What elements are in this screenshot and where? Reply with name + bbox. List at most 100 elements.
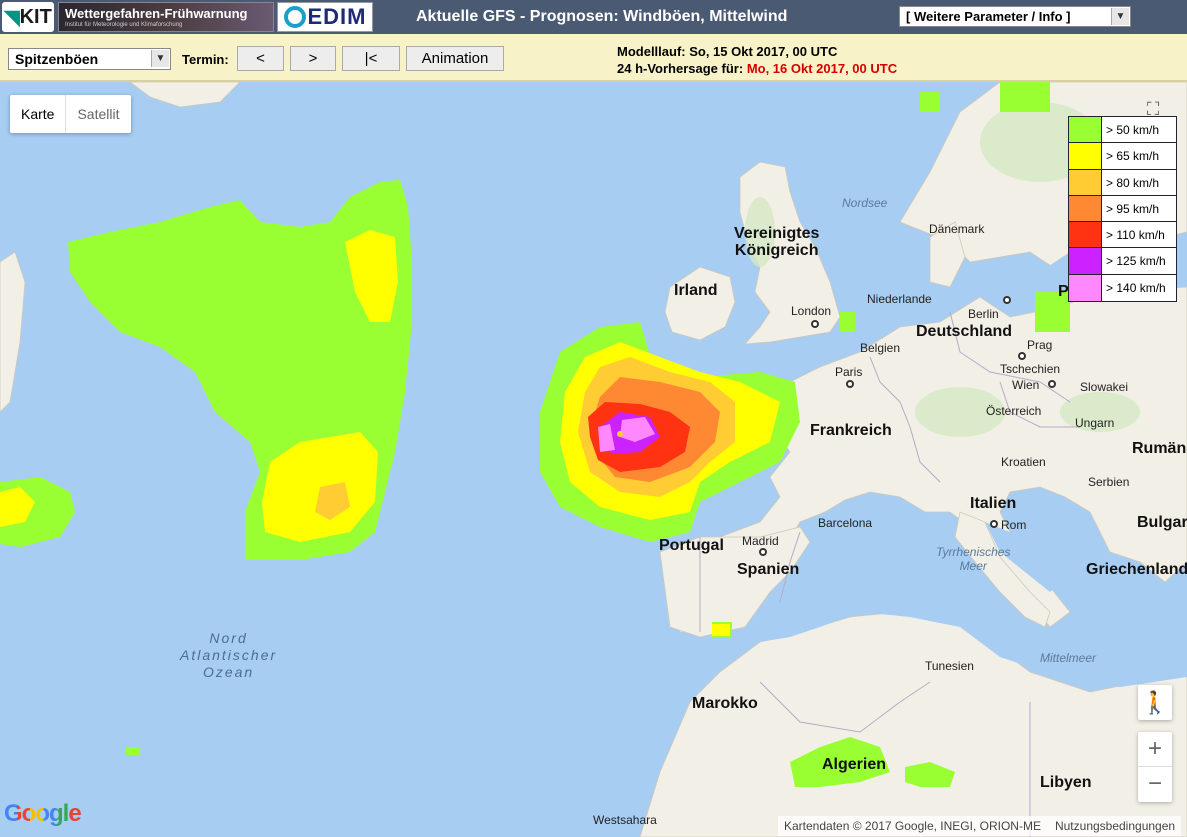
wettergefahren-logo[interactable]: Wettergefahren-Frühwarnung Institut für … [58, 2, 274, 32]
map-type-karte[interactable]: Karte [10, 95, 65, 133]
label-barcelona: Barcelona [818, 516, 873, 530]
wfw-logo-sub: Institut für Meteorologie und Klimaforsc… [65, 22, 183, 28]
header-bar: ◥ KIT Wettergefahren-Frühwarnung Institut… [0, 0, 1187, 34]
label-daenemark: Dänemark [929, 222, 985, 236]
gust-type-select[interactable]: Spitzenböen ▼ [8, 48, 171, 70]
label-madrid: Madrid [742, 534, 779, 548]
label-tschechien: Tschechien [1000, 362, 1061, 376]
cedim-logo[interactable]: EDIM [277, 2, 373, 32]
label-belgien: Belgien [860, 341, 901, 355]
legend-swatch [1069, 222, 1102, 248]
legend-row: > 110 km/h [1069, 222, 1176, 249]
city-dot-rom [990, 520, 998, 528]
label-slowakei: Slowakei [1080, 380, 1129, 394]
legend-row: > 125 km/h [1069, 248, 1176, 275]
label-serbien: Serbien [1088, 475, 1130, 489]
label-paris: Paris [835, 365, 863, 379]
greenland-tip [129, 82, 241, 108]
city-dot-paris [846, 380, 854, 388]
parameter-select-value: [ Weitere Parameter / Info ] [906, 9, 1071, 24]
label-rom: Rom [1001, 518, 1027, 532]
label-wien: Wien [1012, 378, 1040, 392]
map-attribution: Kartendaten © 2017 Google, INEGI, ORION-… [778, 816, 1182, 836]
chevron-down-icon[interactable]: ▼ [151, 50, 169, 67]
legend-swatch [1069, 117, 1102, 143]
label-mittelmeer: Mittelmeer [1040, 651, 1097, 665]
map-type-control: Karte Satellit [10, 95, 131, 133]
label-irland: Irland [674, 282, 718, 299]
label-marokko: Marokko [692, 695, 758, 712]
city-dot-berlin [1003, 296, 1011, 304]
label-deutschland: Deutschland [916, 323, 1013, 340]
legend-swatch [1069, 143, 1102, 169]
label-ungarn: Ungarn [1075, 416, 1115, 430]
city-dot-wien [1048, 380, 1056, 388]
legend-swatch [1069, 169, 1102, 195]
legend-swatch [1069, 274, 1102, 302]
label-spanien: Spanien [737, 561, 800, 578]
legend-row: > 140 km/h [1069, 274, 1176, 302]
toolbar: Spitzenböen ▼ Termin: < > |< Animation M… [0, 34, 1187, 82]
label-tunesien: Tunesien [925, 659, 974, 673]
legend-label: > 95 km/h [1106, 201, 1160, 216]
legend-label: > 65 km/h [1106, 149, 1160, 164]
zoom-control: + − [1138, 732, 1172, 802]
label-prag: Prag [1027, 338, 1053, 352]
model-run-label: Modelllauf: So, 15 Okt 2017, 00 UTC [617, 44, 838, 59]
legend-row: > 50 km/h [1069, 117, 1176, 144]
label-portugal: Portugal [659, 537, 724, 554]
zoom-in-button[interactable]: + [1138, 732, 1172, 767]
label-westsahara: Westsahara [593, 813, 657, 827]
label-italien: Italien [970, 495, 1017, 512]
label-bulgar: Bulgar [1137, 514, 1187, 531]
label-london: London [791, 304, 832, 318]
pegman-icon[interactable]: 🚶 [1138, 685, 1172, 720]
legend-label: > 80 km/h [1106, 175, 1160, 190]
label-nordatlantik: Nord Atlantischer Ozean [180, 630, 278, 680]
west-land [0, 251, 26, 413]
zoom-out-button[interactable]: − [1138, 767, 1172, 802]
map-type-satellit[interactable]: Satellit [65, 95, 130, 133]
label-niederlande: Niederlande [867, 292, 932, 306]
ireland [664, 266, 736, 341]
page-title: Aktuelle GFS - Prognosen: Windböen, Mitt… [416, 8, 788, 25]
parameter-select[interactable]: [ Weitere Parameter / Info ] ▼ [899, 6, 1131, 27]
legend-label: > 125 km/h [1106, 254, 1166, 269]
legend-swatch [1069, 248, 1102, 274]
label-griechenland: Griechenland [1086, 561, 1187, 578]
label-algerien: Algerien [822, 756, 887, 773]
wind-legend: > 50 km/h > 65 km/h > 80 km/h > 95 km/h … [1068, 116, 1177, 303]
forecast-line: 24 h-Vorhersage für: Mo, 16 Okt 2017, 00… [617, 60, 897, 77]
label-tyrrhen: Tyrrhenisches Meer [936, 545, 1011, 573]
google-logo[interactable]: Google [4, 800, 82, 828]
label-oesterreich: Österreich [986, 404, 1042, 418]
label-frankreich: Frankreich [810, 422, 892, 439]
gust-type-value: Spitzenböen [15, 51, 99, 67]
legend-row: > 80 km/h [1069, 169, 1176, 196]
legend-label: > 110 km/h [1106, 228, 1165, 243]
prev-button[interactable]: < [237, 46, 284, 71]
label-libyen: Libyen [1040, 774, 1092, 791]
label-berlin: Berlin [968, 307, 999, 321]
legend-label: > 140 km/h [1106, 280, 1166, 295]
kit-logo[interactable]: ◥ KIT [2, 2, 54, 32]
termin-label: Termin: [182, 52, 229, 67]
map-canvas[interactable]: Vereinigtes Königreich Irland London Nor… [0, 82, 1187, 837]
animation-button[interactable]: Animation [406, 46, 504, 71]
legend-swatch [1069, 195, 1102, 222]
legend-label: > 50 km/h [1106, 123, 1160, 137]
legend-row: > 95 km/h [1069, 195, 1176, 223]
first-button[interactable]: |< [342, 46, 400, 71]
label-uk: Vereinigtes Königreich [734, 225, 820, 259]
terms-link[interactable]: Nutzungsbedingungen [1055, 819, 1175, 833]
city-dot-madrid [759, 548, 767, 556]
label-rumaen: Rumän [1132, 440, 1187, 457]
chevron-down-icon[interactable]: ▼ [1111, 8, 1129, 25]
run-info: Modelllauf: So, 15 Okt 2017, 00 UTC 24 h… [617, 43, 897, 77]
label-kroatien: Kroatien [1001, 455, 1046, 469]
wfw-logo-title: Wettergefahren-Frühwarnung [65, 6, 248, 21]
forecast-date: Mo, 16 Okt 2017, 00 UTC [746, 61, 898, 76]
attribution-text: Kartendaten © 2017 Google, INEGI, ORION-… [784, 819, 1041, 833]
next-button[interactable]: > [290, 46, 336, 71]
legend-row: > 65 km/h [1069, 143, 1176, 170]
